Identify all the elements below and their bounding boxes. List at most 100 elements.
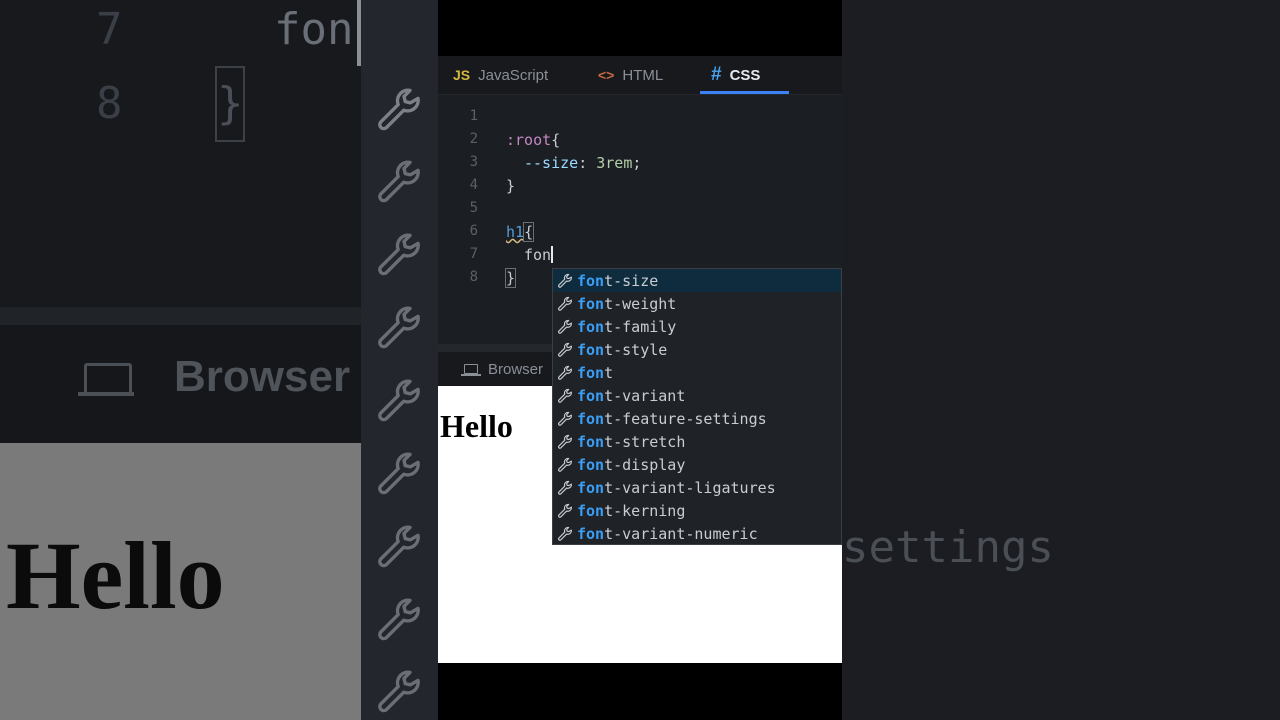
autocomplete-item[interactable]: fon t (553, 361, 841, 384)
hash-icon: # (711, 64, 722, 85)
wrench-icon (375, 377, 423, 425)
backdrop-editor: 7 8 fon } (0, 0, 362, 307)
js-icon: JS (453, 67, 471, 83)
wrench-icon (375, 523, 423, 571)
colon: : (578, 154, 597, 172)
wrench-icon (557, 388, 573, 404)
match-highlight: fon (577, 294, 605, 313)
wrench-icon (557, 457, 573, 473)
match-highlight: fon (577, 340, 605, 359)
wrench-icon (557, 411, 573, 427)
line-number: 1 (469, 108, 478, 124)
tab-css[interactable]: # CSS (711, 56, 760, 94)
line-number: 8 (469, 269, 478, 285)
code-line: 7 fon (438, 246, 842, 269)
autocomplete-item[interactable]: fon t-stretch (553, 430, 841, 453)
wrench-icon (557, 273, 573, 289)
autocomplete-item[interactable]: fon t-size (553, 269, 841, 292)
tab-javascript[interactable]: JS JavaScript (453, 56, 548, 94)
tab-label: HTML (622, 66, 664, 84)
autocomplete-item[interactable]: fon t-display (553, 453, 841, 476)
tab-browser[interactable]: Browser (461, 352, 544, 386)
backdrop-settings-text: settings (842, 522, 1054, 573)
backdrop-divider (0, 307, 361, 325)
line-number: 5 (469, 200, 478, 216)
css-selector: :root (506, 131, 552, 149)
wrench-icon (375, 231, 423, 279)
suggestion-rest: t-kerning (604, 501, 686, 520)
autocomplete-item[interactable]: fon t-kerning (553, 499, 841, 522)
wrench-icon (375, 668, 423, 716)
css-tag-selector: h1 (506, 223, 525, 241)
autocomplete-item[interactable]: fon t-variant-numeric (553, 522, 841, 545)
line-number: 6 (469, 223, 478, 239)
match-highlight: fon (577, 501, 605, 520)
autocomplete-item[interactable]: fon t-weight (553, 292, 841, 315)
open-brace: { (551, 131, 561, 149)
backdrop-right-panel: settings (842, 0, 1280, 720)
backdrop-line-number: 7 (96, 4, 123, 55)
wrench-icon (375, 304, 423, 352)
suggestion-rest: t-variant (604, 386, 686, 405)
autocomplete-item[interactable]: fon t-variant-ligatures (553, 476, 841, 499)
backdrop-preview: Hello (0, 443, 361, 720)
autocomplete-dropdown[interactable]: fon t-size fon t-weight fon t-family fon t-s… (552, 268, 842, 545)
autocomplete-item[interactable]: fon t-family (553, 315, 841, 338)
line-number: 3 (469, 154, 478, 170)
wrench-icon (375, 158, 423, 206)
backdrop-brace: } (215, 66, 245, 142)
match-highlight: fon (577, 524, 605, 543)
line-number: 2 (469, 131, 478, 147)
code-line: 4 } (438, 177, 842, 200)
match-highlight: fon (577, 386, 605, 405)
backdrop-browser-label: Browser (174, 352, 351, 401)
code-brackets-icon: <> (598, 67, 615, 83)
match-highlight: fon (577, 432, 605, 451)
code-text: --size: 3rem; (524, 154, 641, 172)
suggestion-rest: t-size (604, 271, 659, 290)
wrench-icon (557, 480, 573, 496)
code-text: h1{ (506, 222, 535, 242)
wrench-icon (375, 86, 423, 134)
text-caret (551, 246, 554, 263)
language-tabbar: JS JavaScript <> HTML # CSS (438, 56, 842, 95)
wrench-icon (375, 450, 423, 498)
tab-html[interactable]: <> HTML (598, 56, 663, 94)
code-text: :root{ (506, 131, 560, 149)
tab-label: JavaScript (478, 66, 549, 84)
autocomplete-item[interactable]: fon t-feature-settings (553, 407, 841, 430)
css-value: 3rem (596, 154, 633, 172)
wrench-icon (557, 526, 573, 542)
autocomplete-item[interactable]: fon t-variant (553, 384, 841, 407)
code-line: 5 (438, 200, 842, 223)
wrench-icon (557, 434, 573, 450)
code-text: fon (524, 246, 554, 264)
backdrop-tabbar: Browser (0, 325, 361, 443)
suggestion-rest: t-weight (604, 294, 677, 313)
suggestion-rest: t-display (604, 455, 686, 474)
backdrop-line-number: 8 (96, 78, 123, 129)
laptop-icon (84, 363, 132, 395)
backdrop-left: 7 8 fon } Browser Hello (0, 0, 438, 720)
suggestion-rest: t-variant-ligatures (604, 478, 776, 497)
laptop-base (78, 392, 134, 396)
match-highlight: fon (577, 317, 605, 336)
suggestion-rest: t (604, 363, 614, 382)
laptop-icon (461, 364, 481, 376)
open-brace: { (523, 222, 535, 242)
autocomplete-item[interactable]: fon t-style (553, 338, 841, 361)
wrench-icon (557, 296, 573, 312)
code-line: 3 --size: 3rem; (438, 154, 842, 177)
suggestion-rest: t-style (604, 340, 668, 359)
line-number: 7 (469, 246, 478, 262)
suggestion-rest: t-stretch (604, 432, 686, 451)
tab-label: CSS (729, 66, 761, 84)
backdrop-typed-text: fon (274, 4, 354, 55)
match-highlight: fon (577, 363, 605, 382)
wrench-icon (375, 596, 423, 644)
backdrop-suggestion-strip (361, 0, 438, 720)
tab-label: Browser (488, 360, 544, 378)
close-brace: } (504, 268, 517, 288)
wrench-icon (557, 365, 573, 381)
wrench-icon (557, 342, 573, 358)
